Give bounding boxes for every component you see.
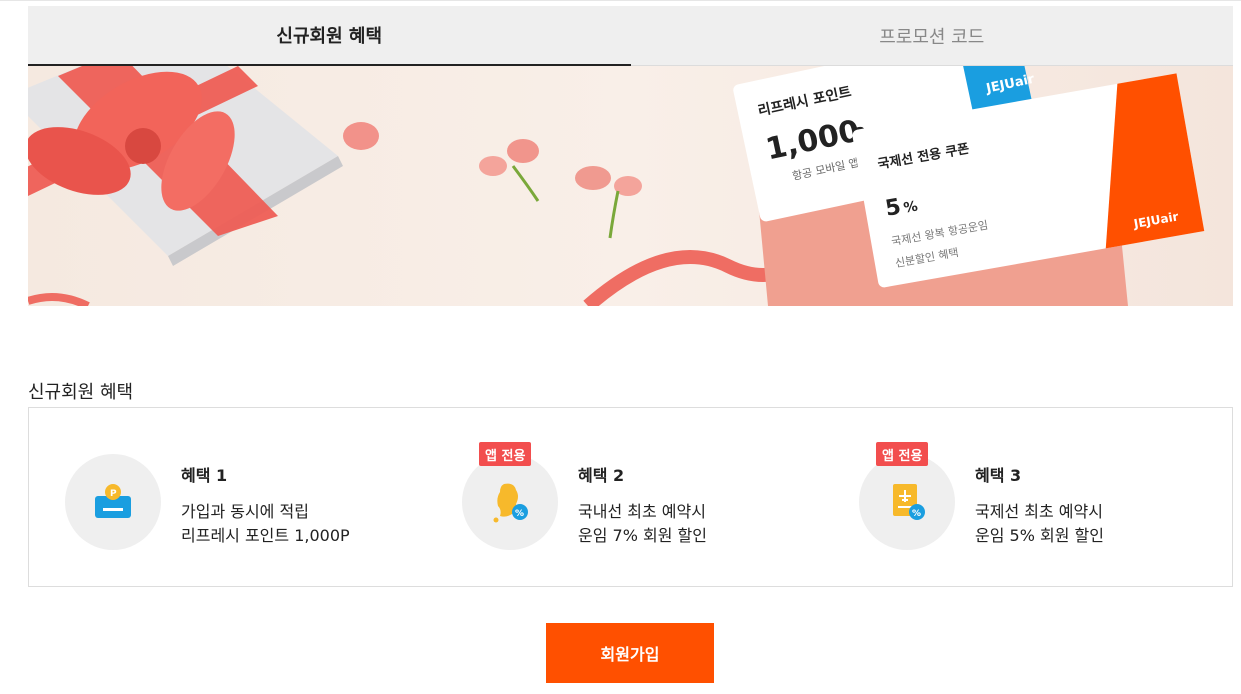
passport-discount-icon: %: [893, 484, 925, 520]
wallet-coin-icon: P: [95, 484, 131, 518]
app-only-badge: 앱 전용: [876, 442, 929, 466]
benefit-title: 혜택 2: [578, 466, 625, 485]
join-button[interactable]: 회원가입: [546, 623, 714, 683]
promo-banner: JEJUair 리프레시 포인트 1,000 P 항공 모바일 앱 사용 전용 …: [28, 66, 1233, 306]
svg-text:%: %: [912, 509, 921, 519]
benefit-desc-line2: 리프레시 포인트 1,000P: [181, 526, 350, 545]
benefit-desc-line1: 국내선 최초 예약시: [578, 502, 706, 521]
petal-image: [343, 122, 379, 150]
tab-promotion-code[interactable]: 프로모션 코드: [630, 6, 1233, 66]
app-only-badge: 앱 전용: [479, 442, 532, 466]
benefit-desc-line1: 국제선 최초 예약시: [975, 502, 1103, 521]
section-title: 신규회원 혜택: [28, 382, 134, 403]
benefit-title: 혜택 3: [975, 466, 1022, 485]
benefit-item-1: P 혜택 1 가입과 동시에 적립 리프레시 포인트 1,000P: [29, 408, 429, 586]
benefit-desc-line2: 운임 5% 회원 할인: [975, 526, 1104, 545]
svg-text:P: P: [110, 489, 117, 499]
banner-illustration: JEJUair 리프레시 포인트 1,000 P 항공 모바일 앱 사용 전용 …: [28, 66, 1233, 306]
benefit-title: 혜택 1: [181, 466, 228, 485]
korea-map-discount-icon: %: [493, 483, 528, 523]
benefit-item-2: % 앱 전용 혜택 2 국내선 최초 예약시 운임 7% 회원 할인: [426, 408, 826, 586]
benefits-box: P 혜택 1 가입과 동시에 적립 리프레시 포인트 1,000P % 앱 전용…: [28, 407, 1233, 587]
benefit-item-3: % 앱 전용 혜택 3 국제선 최초 예약시 운임 5% 회원 할인: [823, 408, 1223, 586]
benefit-desc-line2: 운임 7% 회원 할인: [578, 526, 707, 545]
tab-new-member-benefits[interactable]: 신규회원 혜택: [28, 6, 631, 66]
top-divider: [0, 0, 1241, 4]
benefit-desc-line1: 가입과 동시에 적립: [181, 502, 309, 521]
tab-bar: 신규회원 혜택 프로모션 코드: [28, 6, 1233, 66]
benefit-icon-circle: %: [462, 454, 558, 550]
svg-text:%: %: [515, 509, 524, 519]
benefit-icon-circle: %: [859, 454, 955, 550]
svg-text:%: %: [902, 198, 919, 216]
benefit-icon-circle: P: [65, 454, 161, 550]
